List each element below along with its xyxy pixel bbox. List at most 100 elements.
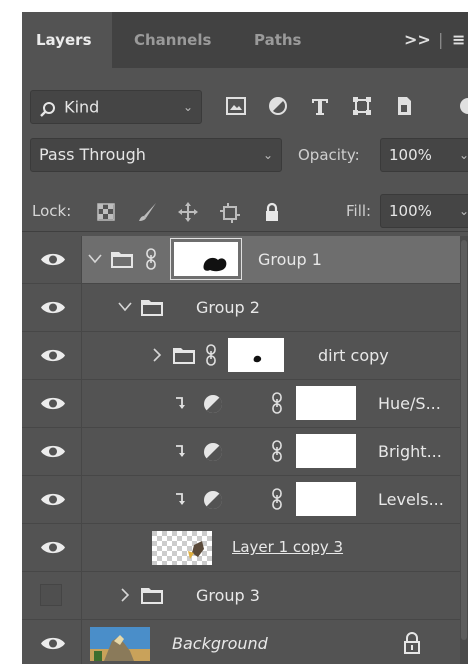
visibility-cell[interactable]	[22, 428, 82, 475]
folder-icon	[111, 252, 133, 268]
visibility-cell[interactable]	[22, 284, 82, 331]
layer-row-group-3[interactable]: Group 3	[22, 572, 460, 620]
link-icon[interactable]	[270, 440, 284, 462]
mask-thumbnail[interactable]	[228, 338, 284, 372]
layer-row-hue-saturation[interactable]: Hue/S...	[22, 380, 460, 428]
layer-filter-row: Kind ⌄	[22, 86, 468, 132]
layer-name[interactable]: Hue/S...	[378, 380, 441, 427]
filter-kind-label: Kind	[64, 97, 100, 117]
lock-artboard-icon[interactable]	[218, 200, 242, 224]
mask-thumbnail	[174, 242, 238, 276]
layer-thumbnail[interactable]	[90, 627, 150, 661]
mask-thumbnail[interactable]	[296, 434, 356, 468]
layer-thumbnail[interactable]	[152, 531, 212, 565]
link-icon[interactable]	[270, 488, 284, 510]
chevron-down-icon: ⌄	[458, 148, 468, 162]
layer-row-layer-1-copy-3[interactable]: Layer 1 copy 3	[22, 524, 460, 572]
eye-icon[interactable]	[40, 539, 66, 556]
chevron-down-icon[interactable]	[88, 254, 102, 264]
fill-input[interactable]: 100% ⌄	[380, 194, 468, 228]
layer-row-group-1[interactable]: Group 1	[22, 236, 460, 284]
layer-name[interactable]: Group 1	[258, 236, 322, 283]
collapsed-tabs-button[interactable]: >>	[404, 12, 431, 68]
smart-object-filter-icon[interactable]	[392, 94, 416, 118]
chevron-down-icon[interactable]	[118, 302, 132, 312]
visibility-cell[interactable]	[22, 380, 82, 427]
eye-icon[interactable]	[40, 491, 66, 508]
visibility-cell[interactable]	[22, 332, 82, 379]
blend-mode-select[interactable]: Pass Through ⌄	[30, 138, 282, 172]
visibility-cell[interactable]	[22, 236, 82, 283]
layer-row-levels[interactable]: Levels...	[22, 476, 460, 524]
clipping-mask-icon	[176, 493, 185, 505]
chevron-down-icon: ⌄	[182, 100, 193, 114]
mask-thumbnail-frame[interactable]	[170, 238, 242, 280]
eye-icon[interactable]	[40, 635, 66, 652]
clipping-mask-icon	[176, 397, 185, 409]
visibility-cell[interactable]	[22, 476, 82, 523]
layer-name[interactable]: Group 2	[196, 284, 260, 331]
clipping-mask-icon	[176, 445, 185, 457]
adjustment-layer-icon	[204, 491, 223, 510]
chevron-down-icon: ⌄	[262, 148, 273, 162]
opacity-label: Opacity:	[298, 146, 360, 164]
visibility-cell[interactable]	[22, 620, 82, 664]
layer-name[interactable]: Layer 1 copy 3	[232, 524, 343, 571]
type-filter-icon[interactable]	[308, 94, 332, 118]
adjustment-layer-icon	[204, 443, 223, 462]
eye-icon[interactable]	[40, 443, 66, 460]
chevron-right-icon[interactable]	[152, 348, 162, 362]
link-icon[interactable]	[270, 392, 284, 414]
search-icon	[39, 98, 59, 118]
tab-paths[interactable]: Paths	[254, 12, 302, 68]
shape-filter-icon[interactable]	[350, 94, 374, 118]
eye-icon[interactable]	[40, 347, 66, 364]
layer-name[interactable]: dirt copy	[318, 332, 389, 379]
layer-name[interactable]: Bright...	[378, 428, 442, 475]
panel-menu-button[interactable]: ≡	[452, 12, 465, 68]
tab-layers[interactable]: Layers	[22, 12, 112, 68]
filter-toggle-icon[interactable]	[458, 94, 468, 118]
layer-row-background[interactable]: Background	[22, 620, 460, 664]
layer-name[interactable]: Group 3	[196, 572, 260, 619]
link-icon[interactable]	[204, 344, 218, 366]
layer-name[interactable]: Levels...	[378, 476, 444, 523]
lock-row: Lock: Fill: 100% ⌄	[22, 192, 468, 232]
layer-row-dirt-copy[interactable]: dirt copy	[22, 332, 460, 380]
fill-label: Fill:	[346, 202, 372, 220]
folder-icon	[141, 588, 163, 604]
eye-icon[interactable]	[40, 251, 66, 268]
visibility-cell[interactable]	[22, 524, 82, 571]
folder-icon	[173, 348, 195, 364]
folder-icon	[141, 300, 163, 316]
fill-value: 100%	[389, 202, 432, 220]
pixel-filter-icon[interactable]	[224, 94, 248, 118]
blend-row: Pass Through ⌄ Opacity: 100% ⌄	[22, 136, 468, 176]
chevron-right-icon[interactable]	[120, 588, 130, 602]
tab-separator: |	[438, 30, 444, 49]
tab-channels[interactable]: Channels	[134, 12, 211, 68]
lock-label: Lock:	[32, 202, 72, 220]
blend-mode-value: Pass Through	[39, 145, 146, 164]
lock-icon[interactable]	[402, 632, 422, 654]
visibility-off-toggle[interactable]	[40, 584, 62, 606]
lock-position-icon[interactable]	[176, 200, 200, 224]
layer-name[interactable]: Background	[172, 620, 268, 664]
layer-row-group-2[interactable]: Group 2	[22, 284, 460, 332]
lock-transparent-pixels-icon[interactable]	[94, 200, 118, 224]
mask-thumbnail[interactable]	[296, 482, 356, 516]
lock-all-icon[interactable]	[260, 200, 284, 224]
opacity-value: 100%	[389, 146, 432, 164]
link-icon[interactable]	[144, 248, 158, 270]
lock-image-pixels-icon[interactable]	[136, 200, 160, 224]
eye-icon[interactable]	[40, 299, 66, 316]
layer-row-brightness[interactable]: Bright...	[22, 428, 460, 476]
layers-scrollbar-thumb[interactable]	[461, 240, 467, 640]
visibility-cell[interactable]	[22, 572, 82, 619]
filter-kind-select[interactable]: Kind ⌄	[30, 90, 202, 124]
opacity-input[interactable]: 100% ⌄	[380, 138, 468, 172]
panel-tab-bar: Layers Channels Paths >> | ≡	[22, 12, 468, 68]
eye-icon[interactable]	[40, 395, 66, 412]
adjustment-filter-icon[interactable]	[266, 94, 290, 118]
mask-thumbnail[interactable]	[296, 386, 356, 420]
